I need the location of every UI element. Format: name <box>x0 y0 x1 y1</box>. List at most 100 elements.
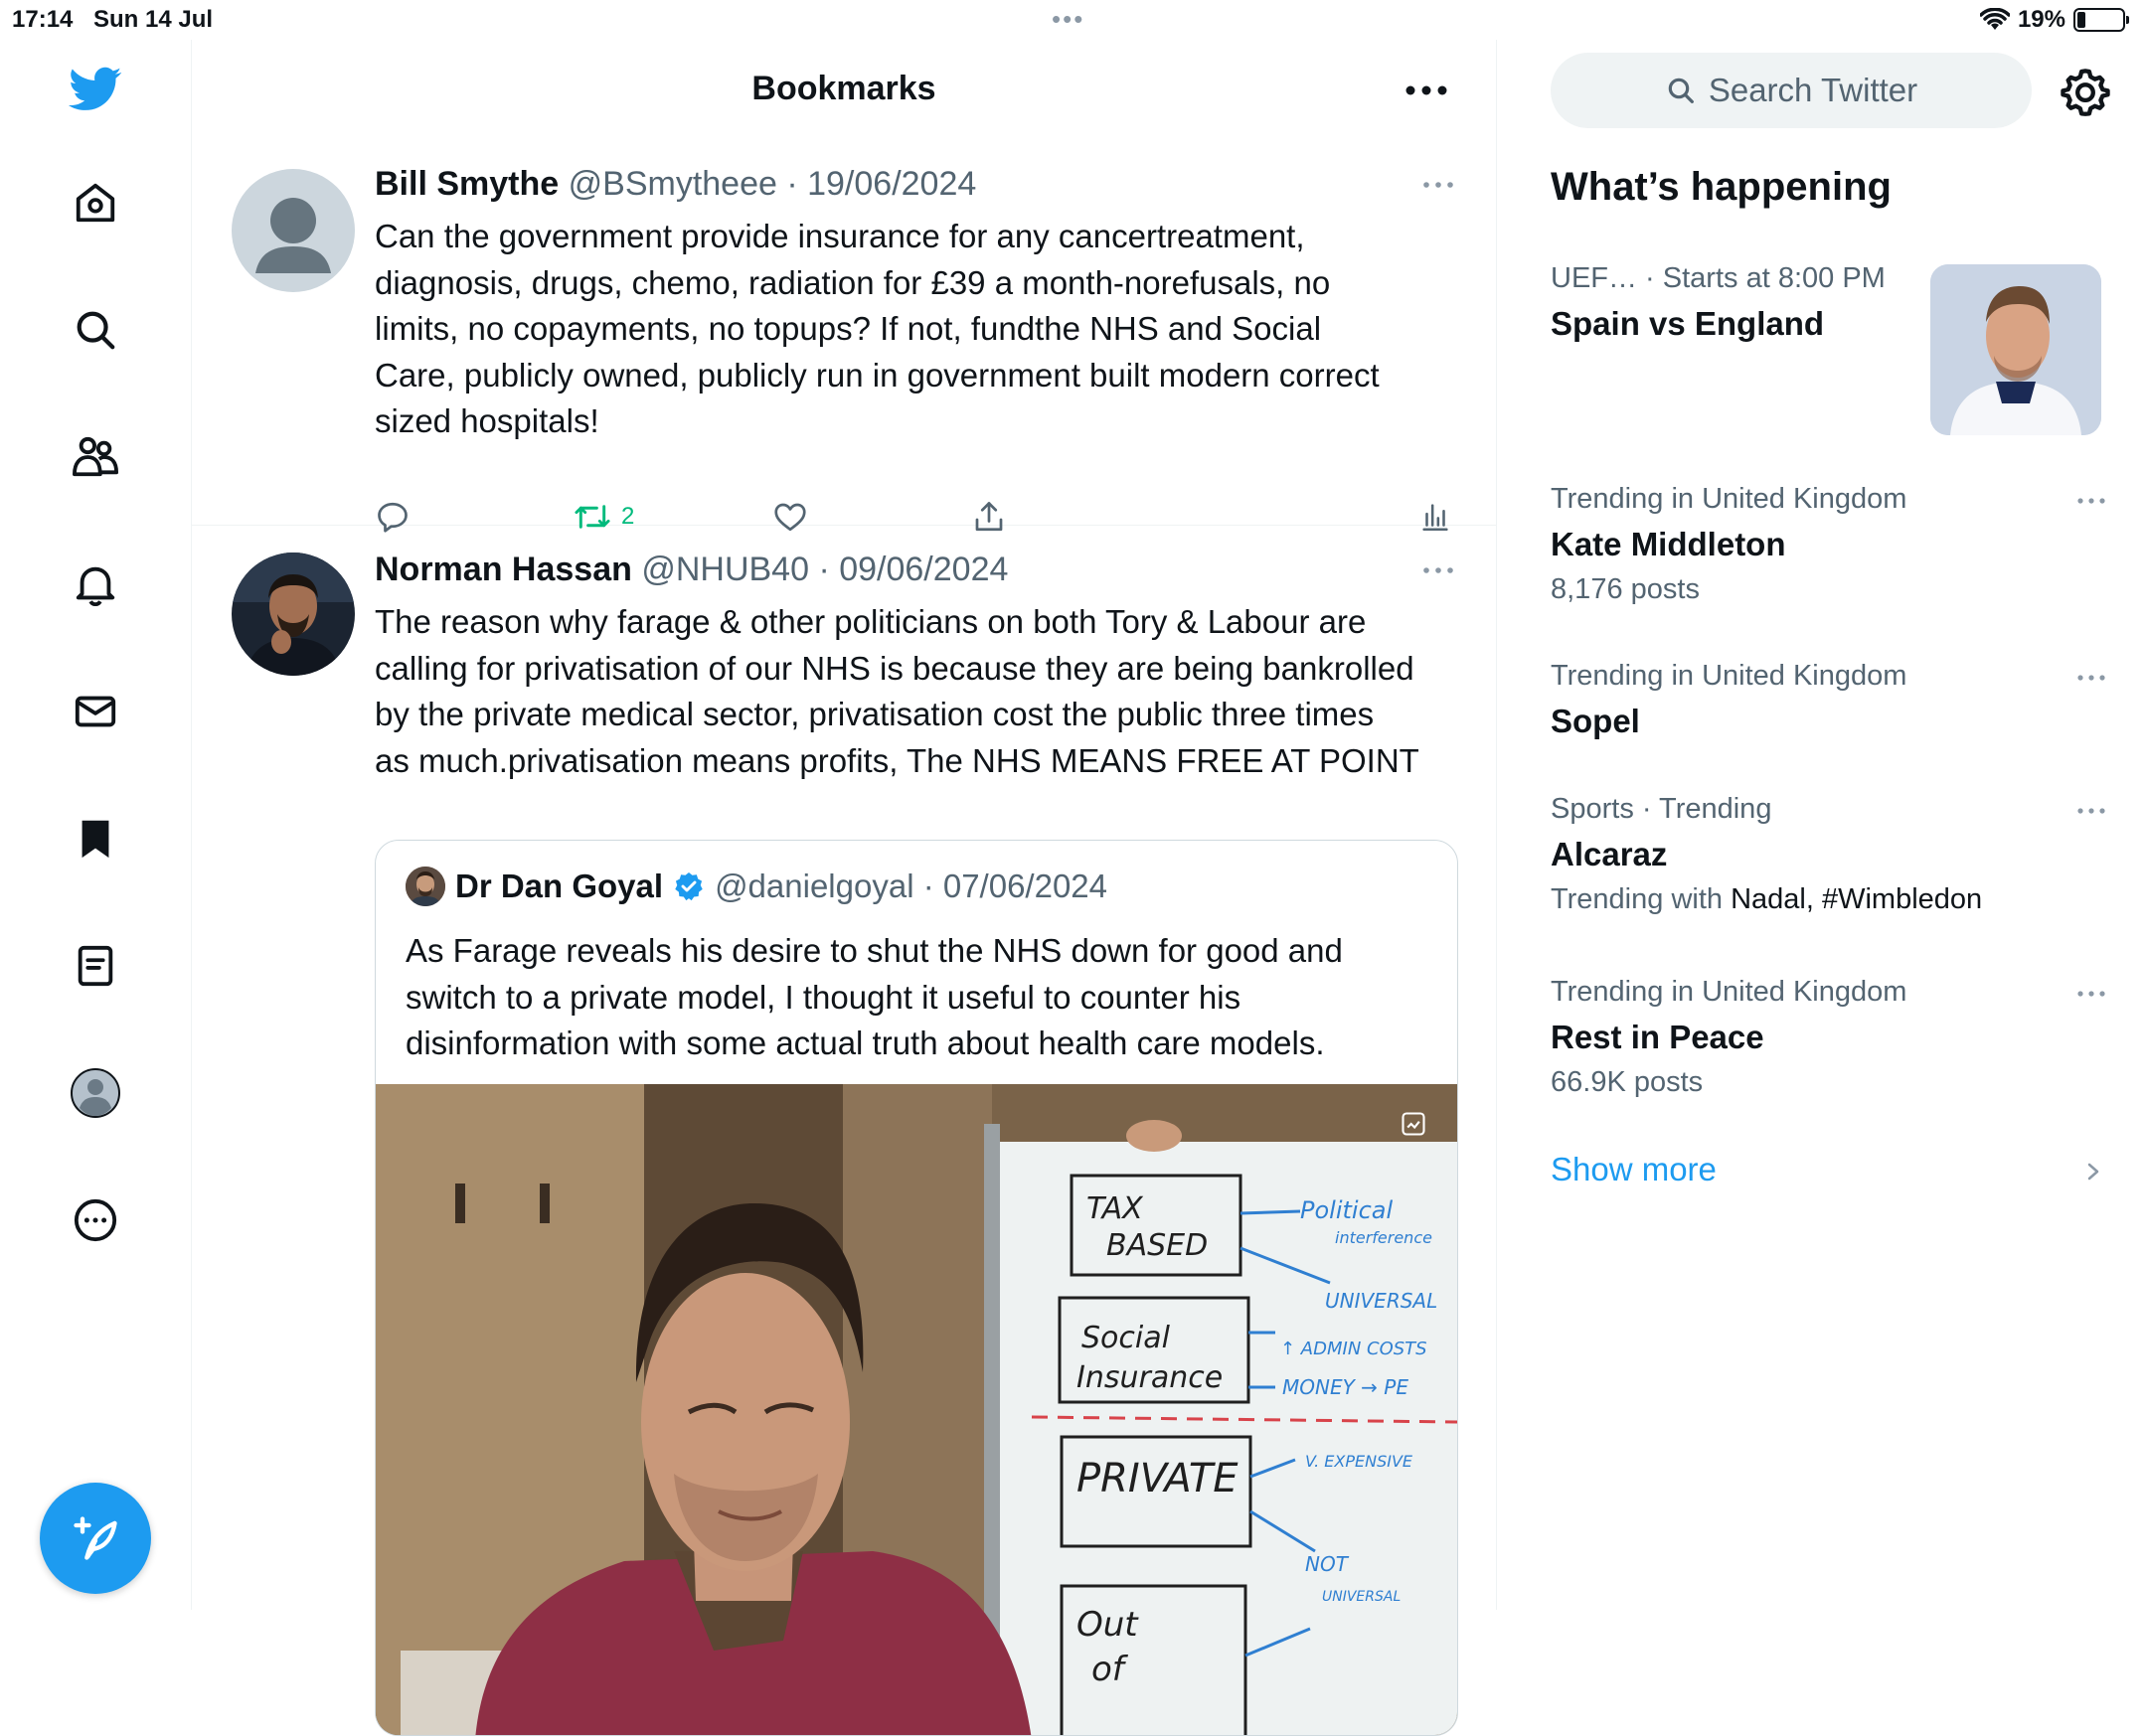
chevron-right-icon[interactable] <box>2083 1157 2103 1186</box>
quoted-text-line: As Farage reveals his desire to shut the… <box>406 932 1343 969</box>
search-placeholder: Search Twitter <box>1708 72 1918 108</box>
battery-icon <box>2073 8 2129 32</box>
multitasking-dots-icon[interactable]: ••• <box>1052 4 1084 35</box>
whiteboard-label: UNIVERSAL <box>1325 1289 1437 1313</box>
tweet-text-line: Care, publicly owned, publicly run in go… <box>375 356 1380 394</box>
author-name[interactable]: Norman Hassan <box>375 551 632 588</box>
author-name[interactable]: Bill Smythe <box>375 165 559 203</box>
author-handle-date[interactable]: @NHUB40 · 09/06/2024 <box>641 551 1008 588</box>
tweet-more-icon[interactable] <box>1420 175 1456 195</box>
whiteboard-label: NOT <box>1305 1552 1350 1576</box>
trend-more-icon[interactable] <box>2075 670 2107 686</box>
trend-related: Trending with Nadal, #Wimbledon <box>1551 883 2107 916</box>
bookmarks-timeline: Bookmarks Bill Smythe @BSmytheee · 19/06… <box>192 40 1497 1736</box>
trend-item-sopel[interactable]: Trending in United Kingdom Sopel <box>1551 660 2107 740</box>
tweet-text-line: The reason why farage & other politician… <box>375 603 1367 640</box>
trend-meta: Trending in United Kingdom <box>1551 483 1907 515</box>
quoted-video-thumbnail[interactable]: TAX BASED Social Insurance PRIVATE Out o… <box>376 1084 1457 1735</box>
page-title: Bookmarks <box>751 70 936 107</box>
quoted-tweet-text: As Farage reveals his desire to shut the… <box>406 928 1429 1067</box>
tweet-card[interactable]: Norman Hassan @NHUB40 · 09/06/2024 The r… <box>192 525 1496 1736</box>
timeline-header: Bookmarks <box>192 40 1496 139</box>
whiteboard-label: interference <box>1335 1228 1432 1247</box>
header-more-icon[interactable] <box>1401 76 1452 105</box>
whiteboard-label: UNIVERSAL <box>1322 1589 1401 1605</box>
trend-thumbnail[interactable] <box>1930 264 2101 435</box>
trend-related-prefix: Trending with <box>1551 883 1732 915</box>
tweet-text-line: limits, no copayments, no topups? If not… <box>375 310 1322 347</box>
more-options-icon[interactable] <box>66 1190 125 1250</box>
quoted-author-name[interactable]: Dr Dan Goyal <box>455 868 663 905</box>
lists-icon[interactable] <box>66 936 125 996</box>
tweet-text-line: sized hospitals! <box>375 402 599 439</box>
twitter-logo-icon[interactable] <box>66 60 125 119</box>
messages-envelope-icon[interactable] <box>66 682 125 741</box>
left-navigation <box>0 40 192 1610</box>
trend-meta: Trending in United Kingdom <box>1551 660 1907 692</box>
tweet-card[interactable]: Bill Smythe @BSmytheee · 19/06/2024 Can … <box>192 139 1496 533</box>
quoted-text-line: switch to a private model, I thought it … <box>406 978 1241 1016</box>
trend-meta: Sports · Trending <box>1551 793 1772 825</box>
quoted-author-avatar[interactable] <box>406 867 445 906</box>
bookmarks-icon[interactable] <box>66 809 125 868</box>
sidebar-right: Search Twitter What’s happening UEF… · S… <box>1497 40 2147 1610</box>
trend-item-rest-in-peace[interactable]: Trending in United Kingdom Rest in Peace… <box>1551 976 2107 1099</box>
tweet-text-line: calling for privatisation of our NHS is … <box>375 649 1414 687</box>
quoted-handle-date[interactable]: @danielgoyal · 07/06/2024 <box>715 868 1107 905</box>
sensitive-media-icon[interactable] <box>1400 1110 1427 1138</box>
whiteboard-label: of <box>1091 1650 1129 1689</box>
battery-percent: 19% <box>2017 6 2065 33</box>
settings-gear-icon[interactable] <box>2060 66 2111 117</box>
trend-item-alcaraz[interactable]: Sports · Trending Alcaraz Trending with … <box>1551 793 2107 916</box>
trend-more-icon[interactable] <box>2075 493 2107 509</box>
tweet-text-line: by the private medical sector, privatisa… <box>375 696 1375 732</box>
whiteboard-label: V. EXPENSIVE <box>1305 1452 1413 1471</box>
trend-post-count: 66.9K posts <box>1551 1066 1704 1098</box>
trend-more-icon[interactable] <box>2075 803 2107 819</box>
search-icon <box>1668 78 1694 103</box>
whiteboard-label: Insurance <box>1076 1360 1223 1395</box>
verified-badge-icon <box>675 872 703 901</box>
wifi-icon <box>1979 8 2010 30</box>
whiteboard-label: Out <box>1076 1605 1139 1645</box>
whiteboard-label: Social <box>1081 1321 1171 1355</box>
whiteboard-label: Political <box>1300 1196 1393 1224</box>
home-icon[interactable] <box>66 173 125 233</box>
trend-name: Rest in Peace <box>1551 1019 1764 1055</box>
whiteboard-label: TAX <box>1086 1191 1144 1226</box>
tweet-more-icon[interactable] <box>1420 560 1456 580</box>
show-more-link[interactable]: Show more <box>1551 1151 1717 1188</box>
status-time: 17:14 <box>12 6 74 33</box>
tweet-text: The reason why farage & other politician… <box>375 599 1458 784</box>
quoted-tweet[interactable]: Dr Dan Goyal @danielgoyal · 07/06/2024 A… <box>375 840 1458 1736</box>
tweet-text-line: Can the government provide insurance for… <box>375 218 1305 254</box>
trend-name: Kate Middleton <box>1551 526 1786 562</box>
default-avatar[interactable] <box>232 169 355 292</box>
trend-item-kate-middleton[interactable]: Trending in United Kingdom Kate Middleto… <box>1551 483 2107 606</box>
explore-search-icon[interactable] <box>66 300 125 360</box>
profile-avatar-icon[interactable] <box>66 1063 125 1123</box>
trend-related-topics: Nadal, #Wimbledon <box>1731 883 1983 915</box>
trend-name: Sopel <box>1551 703 1640 739</box>
trend-more-icon[interactable] <box>2075 986 2107 1002</box>
author-handle-date[interactable]: @BSmytheee · 19/06/2024 <box>569 165 977 203</box>
whats-happening-heading: What’s happening <box>1551 165 1892 209</box>
communities-icon[interactable] <box>66 427 125 487</box>
tweet-text: Can the government provide insurance for… <box>375 214 1458 445</box>
status-bar: 17:14 Sun 14 Jul ••• 19% <box>0 0 2147 40</box>
status-date: Sun 14 Jul <box>93 6 214 33</box>
whiteboard-label: BASED <box>1106 1228 1208 1263</box>
whiteboard-label: ↑ ADMIN COSTS <box>1280 1339 1427 1359</box>
search-input[interactable]: Search Twitter <box>1551 53 2032 128</box>
compose-feather-icon <box>74 1516 117 1560</box>
author-avatar[interactable] <box>232 552 355 676</box>
trend-post-count: 8,176 posts <box>1551 573 1700 605</box>
trend-meta: Trending in United Kingdom <box>1551 976 1907 1008</box>
whiteboard-label: PRIVATE <box>1076 1456 1239 1501</box>
tweet-text-line: diagnosis, drugs, chemo, radiation for £… <box>375 263 1331 301</box>
quoted-text-line: disinformation with some actual truth ab… <box>406 1025 1325 1061</box>
trend-name: Alcaraz <box>1551 836 1668 872</box>
notifications-bell-icon[interactable] <box>66 554 125 614</box>
compose-tweet-button[interactable] <box>40 1483 151 1594</box>
whiteboard-label: MONEY → PE <box>1282 1375 1408 1399</box>
